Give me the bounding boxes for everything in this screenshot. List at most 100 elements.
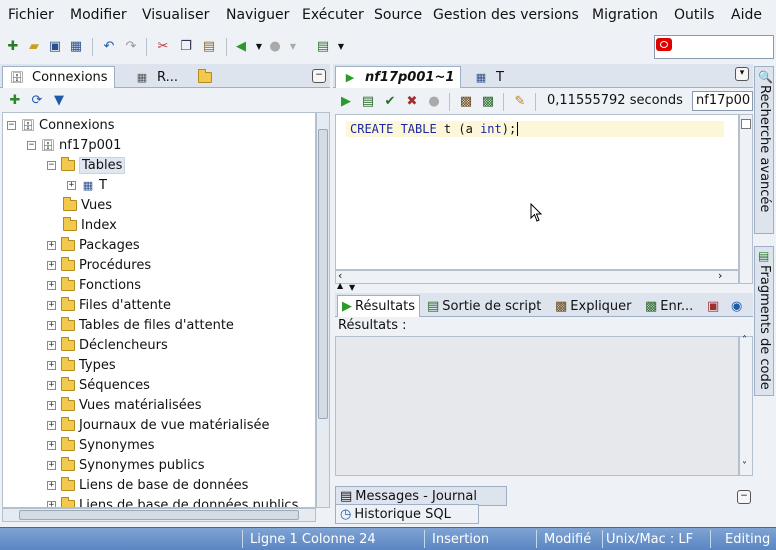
tab-table-t[interactable]: ▦ T	[467, 66, 510, 88]
tree-node-table-t[interactable]: + ▦ T	[67, 175, 107, 195]
menu-outils[interactable]: Outils	[674, 7, 714, 23]
tab-recherche-avancee[interactable]: 🔍 Recherche avancée	[754, 66, 774, 234]
tree-node-tables[interactable]: − Tables	[47, 155, 126, 175]
splitter[interactable]: ▲ ▼	[335, 281, 753, 292]
search-input[interactable]	[654, 35, 774, 59]
results-grid[interactable]	[335, 336, 739, 476]
run-statement-icon[interactable]: ▶	[337, 92, 355, 110]
refresh-icon[interactable]: ⟳	[28, 91, 46, 109]
split-up-icon[interactable]: ▲	[337, 281, 343, 290]
tab-messages-journal[interactable]: ▤ Messages - Journal	[335, 486, 507, 506]
tree-node-liens-bd-publics[interactable]: + Liens de base de données publics	[47, 495, 298, 507]
tree-node-vues[interactable]: Vues	[62, 195, 112, 215]
expand-icon[interactable]: +	[67, 180, 76, 190]
menu-fichier[interactable]: Fichier	[8, 7, 54, 23]
menu-gestion-versions[interactable]: Gestion des versions	[433, 7, 579, 23]
sql-worksheet-icon[interactable]: ▤	[314, 37, 332, 55]
tab-owa-output[interactable]: ◉	[727, 295, 746, 317]
tree-node-vues-materialisees[interactable]: + Vues matérialisées	[47, 395, 202, 415]
menu-aide[interactable]: Aide	[731, 7, 762, 23]
tree-node-synonymes[interactable]: + Synonymes	[47, 435, 155, 455]
tab-connexions[interactable]: 🗄 Connexions	[2, 66, 115, 88]
run-script-icon[interactable]: ▤	[359, 92, 377, 110]
sql-worksheet-dropdown-icon[interactable]: ▼	[332, 37, 350, 55]
tree-node-packages[interactable]: + Packages	[47, 235, 140, 255]
paste-icon[interactable]: ▤	[200, 37, 218, 55]
scroll-up-icon[interactable]: ˄	[742, 335, 747, 346]
menu-source[interactable]: Source	[374, 7, 422, 23]
expand-icon[interactable]: +	[47, 400, 56, 410]
tab-historique-sql[interactable]: ◷ Historique SQL	[335, 504, 479, 524]
expand-icon[interactable]: +	[47, 500, 56, 507]
tree-node-connection[interactable]: − 🗄 nf17p001	[27, 135, 121, 155]
tree-node-tables-files-attente[interactable]: + Tables de files d'attente	[47, 315, 234, 335]
tab-sortie-script[interactable]: ▤ Sortie de script	[423, 295, 545, 317]
copy-icon[interactable]: ❐	[177, 37, 195, 55]
minimize-panel-button[interactable]: −	[312, 69, 326, 83]
expand-icon[interactable]: +	[47, 280, 56, 290]
split-down-icon[interactable]: ▼	[349, 283, 355, 292]
tab-list-dropdown-icon[interactable]: ▾	[735, 67, 749, 81]
back-icon[interactable]: ◀	[232, 37, 250, 55]
cut-icon[interactable]: ✂	[154, 37, 172, 55]
tree-node-declencheurs[interactable]: + Déclencheurs	[47, 335, 168, 355]
expand-icon[interactable]: +	[47, 360, 56, 370]
new-icon[interactable]: ✚	[4, 37, 22, 55]
tab-fragments-code[interactable]: ▤ Fragments de code	[754, 246, 774, 396]
expand-icon[interactable]: +	[47, 380, 56, 390]
explain-plan-icon[interactable]: ▩	[457, 92, 475, 110]
menu-visualiser[interactable]: Visualiser	[142, 7, 209, 23]
clear-icon[interactable]: ✎	[511, 92, 529, 110]
editor-horizontal-scrollbar[interactable]: ‹ ›	[335, 269, 739, 284]
scroll-down-icon[interactable]: ˅	[742, 461, 747, 472]
expand-icon[interactable]: +	[47, 480, 56, 490]
menu-migration[interactable]: Migration	[592, 7, 658, 23]
tab-worksheet[interactable]: ▶ nf17p001~1	[335, 66, 462, 88]
tab-dbms-output[interactable]: ▣	[703, 295, 723, 317]
expand-icon[interactable]: +	[47, 440, 56, 450]
tab-expliquer[interactable]: ▩ Expliquer	[551, 295, 636, 317]
menu-executer[interactable]: Exécuter	[302, 7, 364, 23]
autotrace-icon[interactable]: ▩	[479, 92, 497, 110]
expand-icon[interactable]: +	[47, 260, 56, 270]
tree-node-fonctions[interactable]: + Fonctions	[47, 275, 141, 295]
menu-modifier[interactable]: Modifier	[70, 7, 127, 23]
undo-icon[interactable]: ↶	[100, 37, 118, 55]
tree-node-types[interactable]: + Types	[47, 355, 116, 375]
tree-node-connexions[interactable]: − 🗄 Connexions	[7, 115, 115, 135]
expand-icon[interactable]: +	[47, 460, 56, 470]
menu-naviguer[interactable]: Naviguer	[226, 7, 289, 23]
collapse-icon[interactable]: −	[47, 160, 56, 170]
add-connection-icon[interactable]: ✚	[6, 91, 24, 109]
filter-icon[interactable]: ▼	[50, 91, 68, 109]
tree-node-index[interactable]: Index	[62, 215, 117, 235]
tree-node-files-attente[interactable]: + Files d'attente	[47, 295, 171, 315]
tree-node-journaux-vue[interactable]: + Journaux de vue matérialisée	[47, 415, 270, 435]
sql-line[interactable]: CREATE TABLE t (a int);	[346, 121, 724, 137]
minimize-log-button[interactable]: −	[737, 490, 751, 504]
tree-node-synonymes-publics[interactable]: + Synonymes publics	[47, 455, 205, 475]
editor-vertical-scrollbar[interactable]	[739, 114, 753, 284]
sql-editor[interactable]: CREATE TABLE t (a int);	[335, 114, 739, 270]
scroll-right-icon[interactable]: ›	[718, 269, 722, 282]
save-all-icon[interactable]: ▦	[67, 37, 85, 55]
tree-node-procedures[interactable]: + Procédures	[47, 255, 151, 275]
tab-reports[interactable]: ▦ R...	[128, 66, 184, 88]
expand-icon[interactable]: +	[47, 320, 56, 330]
rollback-icon[interactable]: ✖	[403, 92, 421, 110]
tab-resultats[interactable]: ▶ Résultats	[337, 295, 421, 317]
commit-icon[interactable]: ✔	[381, 92, 399, 110]
expand-icon[interactable]: +	[47, 420, 56, 430]
open-folder-icon[interactable]: ▰	[25, 37, 43, 55]
tab-files[interactable]	[192, 66, 218, 88]
save-icon[interactable]: ▣	[46, 37, 64, 55]
expand-icon[interactable]: +	[47, 340, 56, 350]
tab-enregistrer[interactable]: ▩ Enr...	[641, 295, 697, 317]
forward-icon[interactable]: ●	[266, 37, 284, 55]
connection-select[interactable]: nf17p00	[692, 91, 753, 111]
scrollbar-thumb[interactable]	[19, 510, 299, 520]
redo-icon[interactable]: ↷	[122, 37, 140, 55]
tree-horizontal-scrollbar[interactable]	[2, 508, 316, 522]
expand-icon[interactable]: +	[47, 240, 56, 250]
forward-dropdown-icon[interactable]: ▼	[284, 37, 302, 55]
